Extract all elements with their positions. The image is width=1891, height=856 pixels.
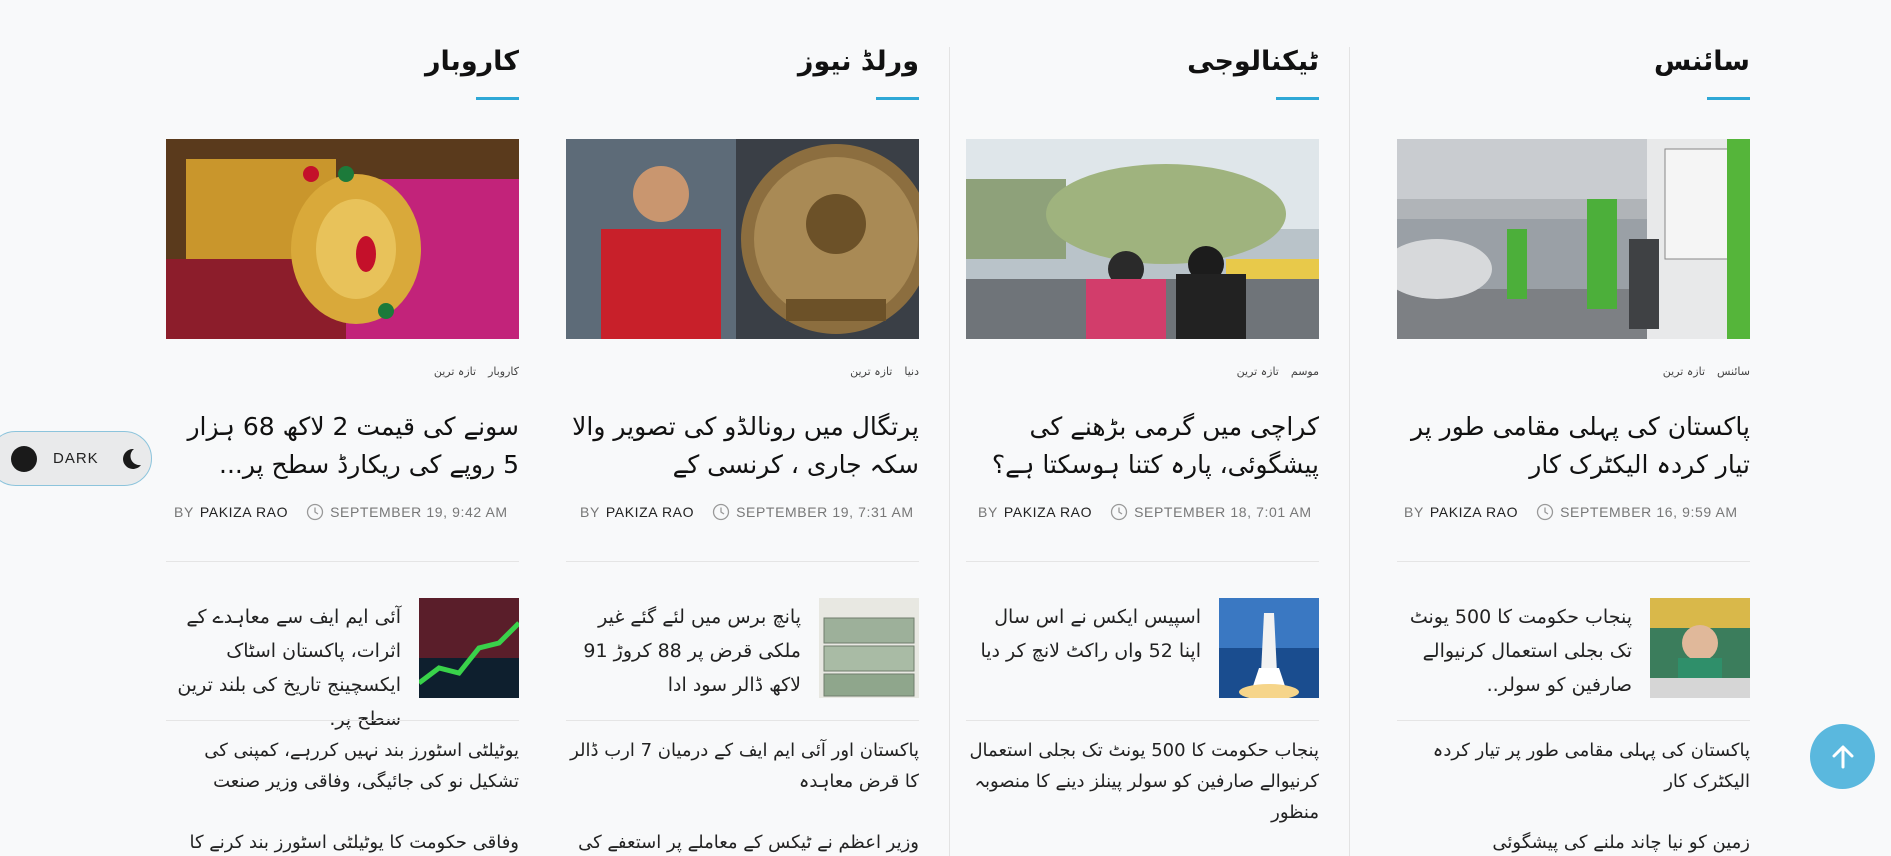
list-item[interactable]: یوٹیلٹی اسٹورز بند نہیں کررہے، کمپنی کی …	[166, 735, 519, 797]
divider	[966, 720, 1319, 721]
post-date: SEPTEMBER 18, 7:01 AM	[1134, 504, 1312, 520]
clock-icon	[1110, 503, 1128, 521]
title-underline	[1707, 97, 1750, 100]
category-link[interactable]: موسم	[1291, 365, 1319, 378]
title-underline	[876, 97, 919, 100]
list-item[interactable]: وزیر اعظم نے ٹیکس کے معاملے پر استعفے کی	[566, 827, 919, 856]
hero-image-umbrella[interactable]	[966, 139, 1319, 339]
small-post[interactable]: اسپیس ایکس نے اس سال اپنا 52 واں راکٹ لا…	[966, 598, 1319, 700]
by-label: BY	[978, 504, 998, 520]
toggle-knob	[11, 445, 37, 472]
thumbnail-image[interactable]	[819, 598, 919, 698]
small-post[interactable]: پانچ برس میں لئے گئے غیر ملکی قرض پر 88 …	[566, 598, 919, 700]
clock-icon	[306, 503, 324, 521]
list-item[interactable]: وفاقی حکومت کا یوٹیلٹی اسٹورز بند کرنے ک…	[166, 827, 519, 856]
list-item[interactable]: پنجاب حکومت کا 500 یونٹ تک بجلی استعمال …	[966, 735, 1319, 828]
list-item[interactable]: پاکستان اور آئی ایم ایف کے درمیان 7 ارب …	[566, 735, 919, 797]
small-post-title[interactable]: پانچ برس میں لئے گئے غیر ملکی قرض پر 88 …	[571, 598, 801, 702]
small-post-title[interactable]: آئی ایم ایف سے معاہدے کے اثرات، پاکستان …	[171, 598, 401, 736]
divider	[1397, 561, 1750, 562]
post-meta: BY PAKIZA RAO SEPTEMBER 19, 7:31 AM	[566, 503, 919, 521]
moon-icon	[122, 448, 141, 469]
author-link[interactable]: PAKIZA RAO	[200, 504, 288, 520]
dark-mode-label: DARK	[53, 450, 99, 467]
small-post-title[interactable]: اسپیس ایکس نے اس سال اپنا 52 واں راکٹ لا…	[971, 598, 1201, 668]
post-meta: BY PAKIZA RAO SEPTEMBER 18, 7:01 AM	[966, 503, 1319, 521]
post-date: SEPTEMBER 16, 9:59 AM	[1560, 504, 1738, 520]
category-link[interactable]: تازہ ترین	[1663, 365, 1705, 378]
thumbnail-image[interactable]	[1219, 598, 1319, 698]
column-technology: ٹیکنالوجی موسم تازہ ترین کراچی میں گرمی …	[950, 0, 1350, 856]
list-item[interactable]: زمین کو نیا چاند ملنے کی پیشگوئی	[1397, 827, 1750, 856]
divider	[566, 720, 919, 721]
section-title[interactable]: سائنس	[1654, 46, 1750, 77]
hero-image-ronaldo-coin[interactable]	[566, 139, 919, 339]
post-headline[interactable]: پاکستان کی پہلی مقامی طور پر تیار کردہ ا…	[1397, 408, 1750, 484]
category-link[interactable]: دنیا	[904, 365, 919, 378]
scroll-to-top-button[interactable]	[1810, 724, 1875, 789]
section-title[interactable]: ورلڈ نیوز	[798, 46, 919, 77]
post-headline[interactable]: سونے کی قیمت 2 لاکھ 68 ہزار 5 روپے کی ری…	[166, 408, 519, 484]
column-business: کاروبار کاروبار تازہ ترین سونے کی قیمت 2…	[150, 0, 550, 856]
divider	[566, 561, 919, 562]
by-label: BY	[580, 504, 600, 520]
category-link[interactable]: کاروبار	[488, 365, 519, 378]
divider	[166, 720, 519, 721]
category-link[interactable]: تازہ ترین	[850, 365, 892, 378]
category-link[interactable]: تازہ ترین	[1237, 365, 1279, 378]
category-link[interactable]: تازہ ترین	[434, 365, 476, 378]
category-link[interactable]: سائنس	[1717, 365, 1750, 378]
post-categories: دنیا تازہ ترین	[850, 365, 919, 378]
hero-image-gold-jewelry[interactable]	[166, 139, 519, 339]
column-divider	[1349, 47, 1350, 856]
post-meta: BY PAKIZA RAO SEPTEMBER 16, 9:59 AM	[1397, 503, 1750, 521]
clock-icon	[1536, 503, 1554, 521]
news-grid: سائنس سائنس تازہ ترین پاکستان کی پہلی مق…	[150, 0, 1750, 856]
hero-image-ev-charger[interactable]	[1397, 139, 1750, 339]
post-categories: سائنس تازہ ترین	[1663, 365, 1750, 378]
small-post[interactable]: آئی ایم ایف سے معاہدے کے اثرات، پاکستان …	[166, 598, 519, 730]
small-post[interactable]: پنجاب حکومت کا 500 یونٹ تک بجلی استعمال …	[1397, 598, 1750, 700]
post-date: SEPTEMBER 19, 9:42 AM	[330, 504, 508, 520]
by-label: BY	[174, 504, 194, 520]
by-label: BY	[1404, 504, 1424, 520]
author-link[interactable]: PAKIZA RAO	[606, 504, 694, 520]
thumbnail-image[interactable]	[1650, 598, 1750, 698]
dark-mode-toggle[interactable]: DARK	[0, 431, 152, 486]
divider	[966, 561, 1319, 562]
author-link[interactable]: PAKIZA RAO	[1430, 504, 1518, 520]
post-date: SEPTEMBER 19, 7:31 AM	[736, 504, 914, 520]
post-categories: کاروبار تازہ ترین	[434, 365, 519, 378]
post-categories: موسم تازہ ترین	[1237, 365, 1319, 378]
divider	[1397, 720, 1750, 721]
title-underline	[1276, 97, 1319, 100]
title-underline	[476, 97, 519, 100]
list-item[interactable]: پاکستان کی پہلی مقامی طور پر تیار کردہ ا…	[1397, 735, 1750, 797]
post-meta: BY PAKIZA RAO SEPTEMBER 19, 9:42 AM	[166, 503, 519, 521]
section-title[interactable]: کاروبار	[425, 46, 519, 77]
divider	[166, 561, 519, 562]
small-post-title[interactable]: پنجاب حکومت کا 500 یونٹ تک بجلی استعمال …	[1402, 598, 1632, 702]
clock-icon	[712, 503, 730, 521]
post-headline[interactable]: کراچی میں گرمی بڑھنے کی پیشگوئی، پارہ کت…	[966, 408, 1319, 484]
arrow-up-icon	[1832, 745, 1853, 768]
author-link[interactable]: PAKIZA RAO	[1004, 504, 1092, 520]
thumbnail-image[interactable]	[419, 598, 519, 698]
column-divider	[949, 47, 950, 856]
column-world-news: ورلڈ نیوز دنیا تازہ ترین پرتگال میں رونا…	[550, 0, 950, 856]
column-science: سائنس سائنس تازہ ترین پاکستان کی پہلی مق…	[1350, 0, 1750, 856]
section-title[interactable]: ٹیکنالوجی	[1187, 46, 1319, 77]
post-headline[interactable]: پرتگال میں رونالڈو کی تصویر والا سکہ جار…	[566, 408, 919, 484]
